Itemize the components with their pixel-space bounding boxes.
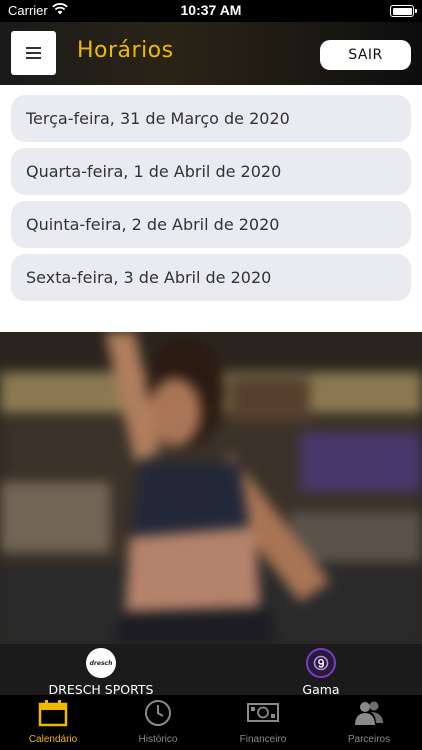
date-item[interactable]: Quinta-feira, 2 de Abril de 2020 (11, 201, 411, 248)
tab-bar: Calendário Histórico Financeiro Parceiro… (0, 695, 422, 750)
dresch-logo-icon: dresch (86, 648, 116, 678)
tab-label: Financeiro (239, 734, 287, 745)
tab-calendario[interactable]: Calendário (8, 699, 98, 745)
date-item[interactable]: Terça-feira, 31 de Março de 2020 (11, 95, 411, 142)
page-title: Horários (77, 38, 174, 63)
partner-dresch-sports[interactable]: dresch DRESCH SPORTS (46, 648, 156, 697)
background-photo (0, 332, 422, 644)
gama-logo-icon (306, 648, 336, 678)
partners-icon (353, 699, 385, 731)
clock-icon (143, 699, 173, 731)
app-header: Horários SAIR (0, 22, 422, 85)
status-bar: Carrier 10:37 AM (0, 0, 422, 22)
menu-button[interactable] (11, 31, 56, 75)
tab-financeiro[interactable]: Financeiro (218, 699, 308, 745)
status-time: 10:37 AM (180, 2, 242, 18)
money-icon (246, 699, 280, 731)
tab-historico[interactable]: Histórico (113, 699, 203, 745)
tab-label: Calendário (28, 734, 78, 745)
schedule-date-list: Terça-feira, 31 de Março de 2020 Quarta-… (0, 85, 422, 332)
tab-label: Parceiros (347, 734, 391, 745)
calendar-icon (38, 699, 68, 731)
logout-button[interactable]: SAIR (320, 40, 411, 70)
tab-parceiros[interactable]: Parceiros (324, 699, 414, 745)
battery-icon (390, 5, 417, 17)
partner-gama[interactable]: Gama (291, 648, 351, 697)
hamburger-icon (26, 47, 41, 49)
date-item[interactable]: Sexta-feira, 3 de Abril de 2020 (11, 254, 411, 301)
date-item[interactable]: Quarta-feira, 1 de Abril de 2020 (11, 148, 411, 195)
tab-label: Histórico (138, 734, 178, 745)
partners-strip: dresch DRESCH SPORTS Gama (0, 644, 422, 697)
